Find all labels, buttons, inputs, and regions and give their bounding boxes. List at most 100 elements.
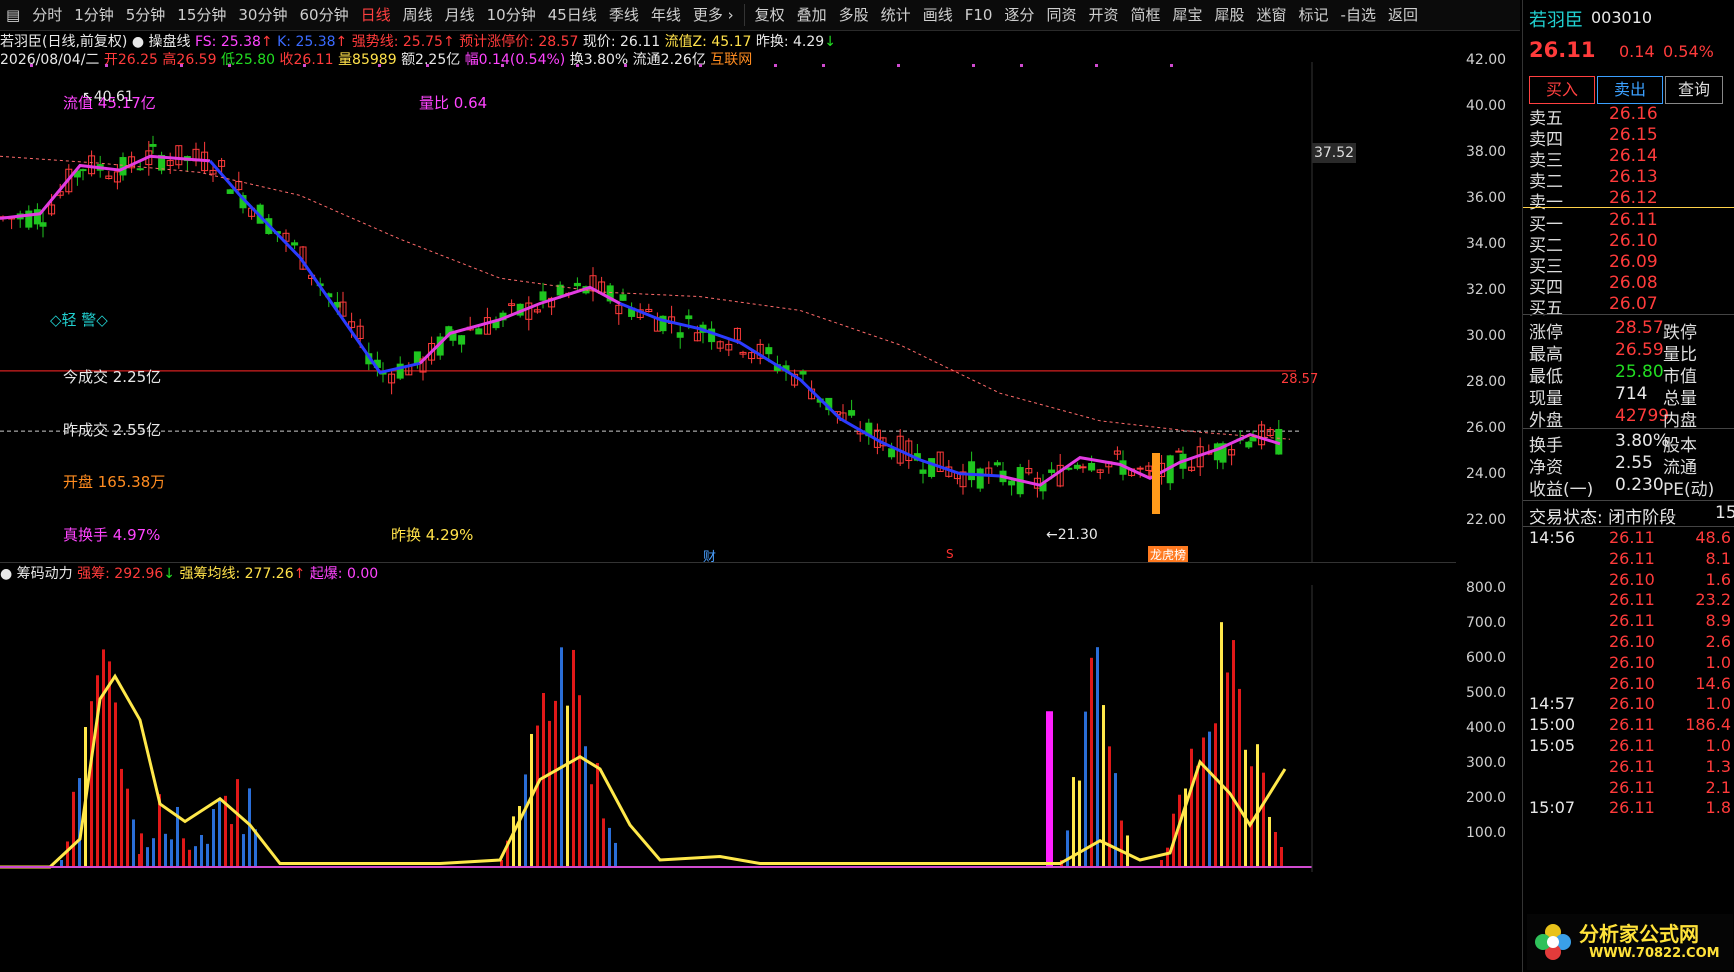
chip-bar [1220, 622, 1223, 867]
chip-bar [72, 791, 75, 867]
period-tab-4[interactable]: 30分钟 [232, 0, 293, 30]
limit-prediction: 预计涨停价: 28.57 [459, 34, 579, 50]
indicator-dropdown[interactable]: ● 操盘线 [132, 34, 191, 50]
dragon-tiger-tag[interactable]: 龙虎榜 [1148, 546, 1189, 563]
chip-bar [188, 849, 191, 867]
sub-indicator-name[interactable]: ● 筹码动力 [0, 566, 73, 582]
stat-value: 26.59 [1615, 340, 1664, 360]
logo-url: WWW.70822.COM [1589, 946, 1720, 961]
sub-tick: 100.0 [1466, 825, 1507, 841]
chip-bar [590, 784, 593, 867]
period-tab-0[interactable]: 分时 [26, 0, 68, 30]
tool-button-6[interactable]: 逐分 [998, 0, 1040, 30]
chip-bar [230, 824, 233, 867]
stat-value: 28.57 [1615, 318, 1664, 338]
limit-price-label: 28.57 [1281, 372, 1319, 387]
fs-value: FS: 25.38 [194, 34, 261, 50]
bid-row-4-label: 买五 [1529, 299, 1563, 319]
candlestick-chart[interactable] [0, 62, 1456, 562]
s-tag[interactable]: S [946, 547, 954, 561]
candle [1088, 463, 1096, 471]
period-tab-9[interactable]: 10分钟 [481, 0, 542, 30]
tick-price: 26.10 [1609, 694, 1655, 714]
chip-bar [242, 834, 245, 867]
tool-button-3[interactable]: 统计 [875, 0, 917, 30]
chip-bar [1096, 647, 1099, 867]
sub-tick: 600.0 [1466, 650, 1507, 666]
period-tab-1[interactable]: 1分钟 [68, 0, 120, 30]
price-tick: 36.00 [1466, 190, 1507, 206]
chip-bar [1232, 640, 1235, 867]
stat-row-0: 涨停 28.57 跌停 [1529, 318, 1731, 343]
event-dot [1170, 64, 1173, 67]
query-button[interactable]: 查询 [1665, 76, 1723, 104]
stat-value: 42799 [1615, 406, 1670, 426]
tick-volume: 1.3 [1705, 756, 1731, 776]
chip-bar [1274, 831, 1277, 867]
tool-button-0[interactable]: 复权 [749, 0, 791, 30]
period-tab-13[interactable]: 更多 › [687, 0, 740, 30]
stat-value: 0.230 [1615, 475, 1664, 495]
tool-button-10[interactable]: 犀宝 [1166, 0, 1208, 30]
prev-amount-label: 昨成交 2.55亿 [63, 421, 162, 439]
menu-icon[interactable]: ▤ [0, 0, 26, 30]
period-tab-5[interactable]: 60分钟 [293, 0, 354, 30]
event-dot [1020, 64, 1023, 67]
event-dot [576, 64, 579, 67]
tool-button-2[interactable]: 多股 [833, 0, 875, 30]
ask-row-0-price: 26.16 [1609, 104, 1658, 124]
chip-bar [90, 701, 93, 867]
price-tick: 26.00 [1466, 420, 1507, 436]
period-tab-10[interactable]: 45日线 [542, 0, 603, 30]
tool-button-1[interactable]: 叠加 [791, 0, 833, 30]
chip-bar [1120, 820, 1123, 867]
tool-button-9[interactable]: 简框 [1124, 0, 1166, 30]
tool-button-8[interactable]: 开资 [1082, 0, 1124, 30]
chip-bar [114, 702, 117, 867]
buy-button[interactable]: 买入 [1529, 76, 1595, 104]
stat-row-1: 最高 26.59 量比 [1529, 340, 1731, 365]
chip-bar [66, 841, 69, 867]
event-dot [426, 64, 429, 67]
stock-name: 若羽臣 [1529, 10, 1583, 31]
price-tick: 28.00 [1466, 374, 1507, 390]
chart-info-line: 若羽臣(日线,前复权) ● 操盘线 FS: 25.38↑ K: 25.38↑ 强… [0, 34, 836, 50]
candle [888, 448, 896, 458]
period-tab-6[interactable]: 日线 [355, 0, 397, 30]
chip-bar [1238, 688, 1241, 867]
dragon-tiger-bar [1152, 453, 1160, 514]
event-dot [897, 64, 900, 67]
chip-bar [206, 843, 209, 867]
price-tick: 32.00 [1466, 282, 1507, 298]
period-tab-12[interactable]: 年线 [645, 0, 687, 30]
tool-button-15[interactable]: 返回 [1382, 0, 1424, 30]
prev-turnover: 昨换: 4.29 [755, 34, 825, 50]
ask-row-4[interactable]: 卖一 26.12 [1529, 188, 1731, 213]
chip-bar [548, 720, 551, 867]
chip-momentum-chart[interactable] [0, 585, 1456, 872]
period-toolbar: ▤ 分时 1分钟 5分钟 15分钟 30分钟 60分钟 日线 周线 月线 10分钟 45日线 季线 年线更… [0, 0, 1520, 31]
sub-tick: 700.0 [1466, 615, 1507, 631]
period-tab-2[interactable]: 5分钟 [120, 0, 172, 30]
tool-button-13[interactable]: 标记 [1293, 0, 1335, 30]
chip-bar [542, 692, 545, 867]
period-tab-8[interactable]: 月线 [439, 0, 481, 30]
price-tick: 40.00 [1466, 98, 1507, 114]
period-tab-3[interactable]: 15分钟 [171, 0, 232, 30]
tool-button-5[interactable]: F10 [959, 0, 999, 30]
tool-button-4[interactable]: 画线 [917, 0, 959, 30]
true-turnover-label: 真换手 4.97% [63, 526, 161, 544]
tool-button-11[interactable]: 犀股 [1209, 0, 1251, 30]
period-tab-7[interactable]: 周线 [397, 0, 439, 30]
tool-button-12[interactable]: 迷窗 [1251, 0, 1293, 30]
period-tab-11[interactable]: 季线 [603, 0, 645, 30]
chip-bar [212, 809, 215, 867]
sell-button[interactable]: 卖出 [1597, 76, 1663, 104]
chip-bar [524, 774, 527, 867]
tool-button-14[interactable]: -自选 [1335, 0, 1382, 30]
tool-button-7[interactable]: 同资 [1040, 0, 1082, 30]
tick-time: 14:57 [1529, 694, 1576, 714]
chip-bar [170, 839, 173, 867]
bid-row-0-price: 26.11 [1609, 210, 1658, 230]
candle [449, 333, 457, 341]
